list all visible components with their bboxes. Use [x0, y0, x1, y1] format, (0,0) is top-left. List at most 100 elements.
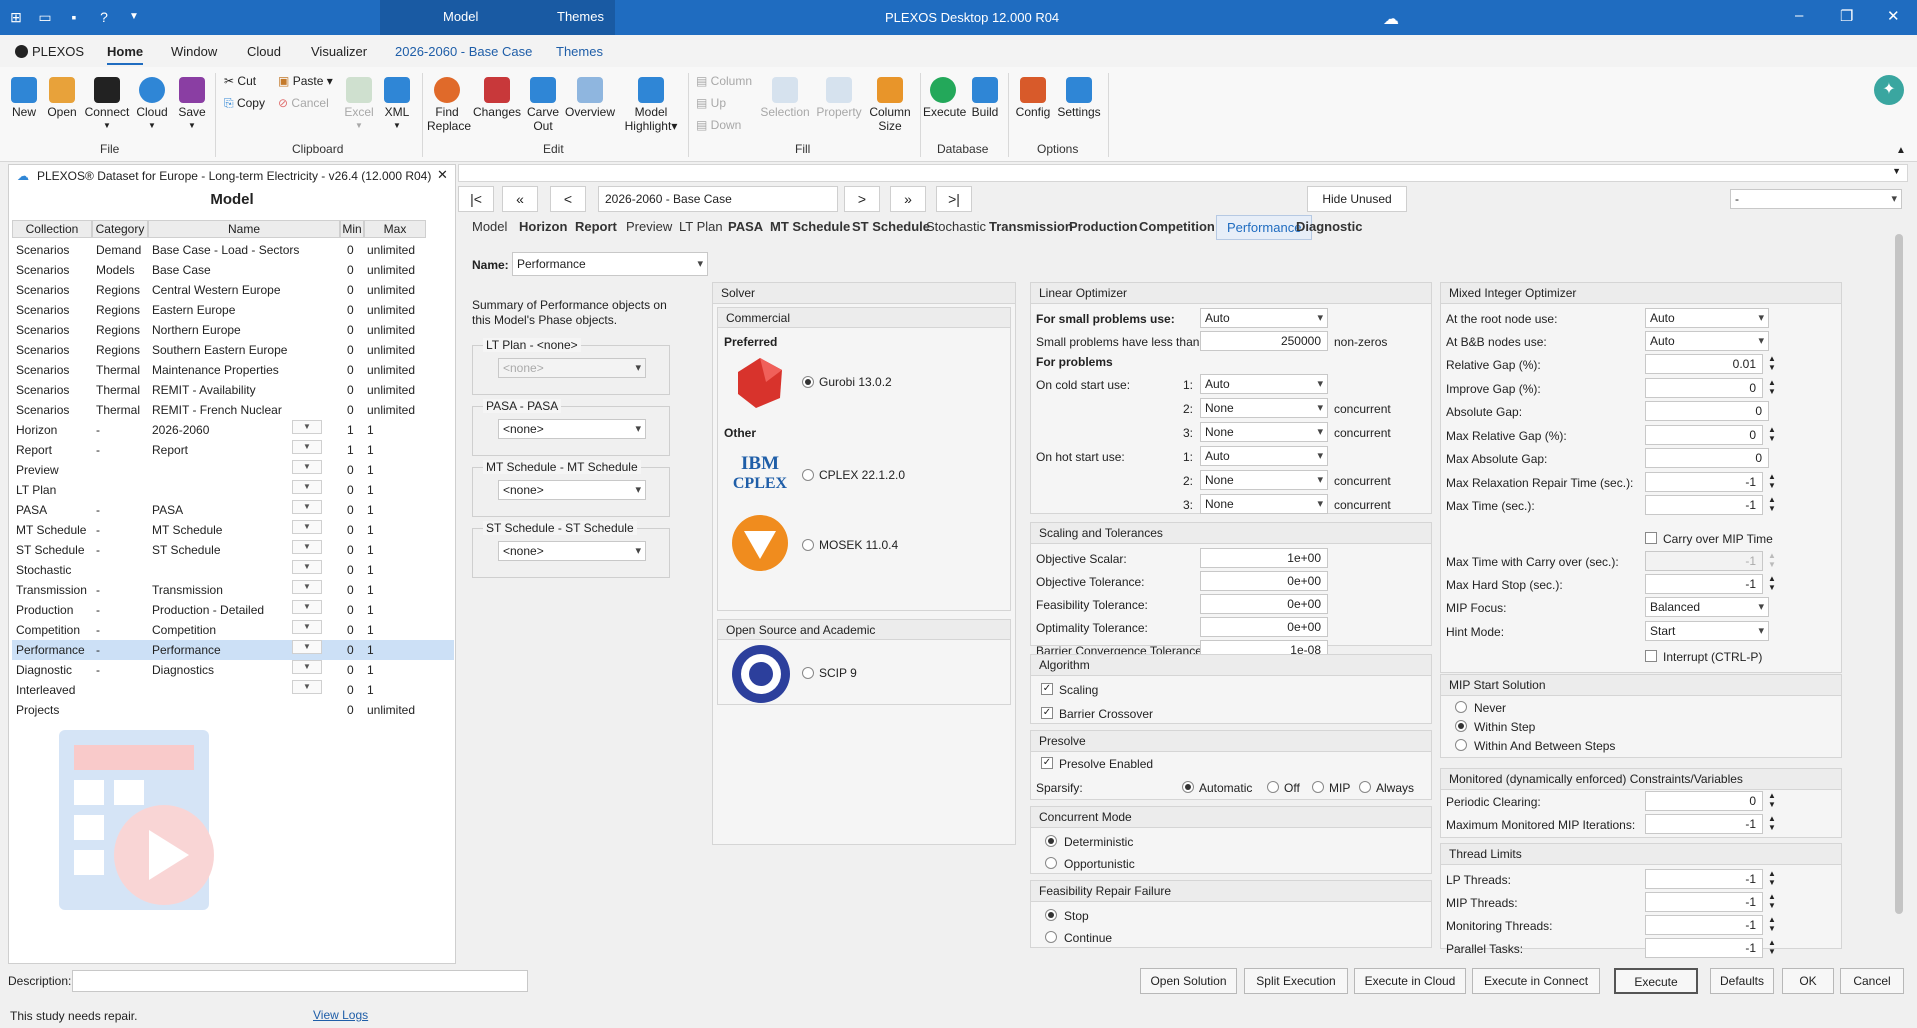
tab-model[interactable]: Model: [472, 219, 507, 234]
table-row[interactable]: Scenarios Thermal REMIT - French Nuclear 0 u…: [12, 400, 454, 420]
scaling-row-input[interactable]: 1e+00: [1200, 548, 1328, 568]
menu-cloud[interactable]: Cloud: [247, 44, 281, 59]
cloud-button[interactable]: Cloud ▼: [134, 77, 170, 133]
overview-button[interactable]: Overview: [564, 77, 616, 119]
tab-competition[interactable]: Competition: [1139, 219, 1215, 234]
open-button[interactable]: Open: [44, 77, 80, 119]
row-dropdown-icon[interactable]: ▼: [292, 460, 322, 474]
within-step-radio[interactable]: [1455, 720, 1467, 732]
cold-start-select-3[interactable]: None: [1200, 422, 1328, 442]
row-dropdown-icon[interactable]: ▼: [292, 520, 322, 534]
monitored-row-spinner[interactable]: ▲ ▼: [1765, 814, 1779, 834]
mip-row-spinner[interactable]: ▲ ▼: [1765, 472, 1779, 492]
barrier-crossover-checkbox[interactable]: ✓: [1041, 707, 1053, 719]
cancel-button[interactable]: Cancel: [1840, 968, 1904, 994]
carry-time-spinner[interactable]: ▲ ▼: [1765, 551, 1779, 571]
cold-start-select-2[interactable]: None: [1200, 398, 1328, 418]
never-radio[interactable]: [1455, 701, 1467, 713]
mip-row-input[interactable]: 0: [1645, 448, 1769, 468]
execute-button[interactable]: Execute: [923, 77, 966, 119]
small-use-select[interactable]: Auto: [1200, 308, 1328, 328]
row-dropdown-icon[interactable]: ▼: [292, 540, 322, 554]
last-button[interactable]: >|: [936, 186, 972, 212]
new-icon[interactable]: ⊞: [8, 9, 24, 25]
ok-button[interactable]: OK: [1782, 968, 1834, 994]
table-row[interactable]: Scenarios Regions Central Western Europe 0 u…: [12, 280, 454, 300]
row-dropdown-icon[interactable]: ▼: [292, 480, 322, 494]
scaling-row-input[interactable]: 0e+00: [1200, 617, 1328, 637]
previous-page-button[interactable]: «: [502, 186, 538, 212]
threads-row-input[interactable]: -1: [1645, 938, 1763, 958]
table-row[interactable]: Scenarios Regions Southern Eastern Europe 0…: [12, 340, 454, 360]
tab-mt-schedule[interactable]: MT Schedule: [770, 219, 850, 234]
gurobi-radio[interactable]: [802, 376, 814, 388]
sparsify-mip-radio[interactable]: [1312, 781, 1324, 793]
carry-over-checkbox[interactable]: [1645, 532, 1657, 544]
right-select[interactable]: -: [1730, 189, 1902, 209]
assistant-icon[interactable]: ✦: [1874, 75, 1904, 105]
fill-down-button[interactable]: ▤ Down: [696, 118, 741, 132]
mip-row-input[interactable]: 0.01: [1645, 354, 1763, 374]
paste-button[interactable]: ▣ Paste ▾: [278, 74, 333, 88]
table-row[interactable]: LT Plan ▼ 0 1: [12, 480, 454, 500]
menu-window[interactable]: Window: [171, 44, 217, 59]
selection-button[interactable]: Selection: [760, 77, 810, 119]
tab-horizon[interactable]: Horizon: [519, 219, 567, 234]
stop-radio[interactable]: [1045, 909, 1057, 921]
save-icon[interactable]: ▪: [66, 9, 82, 25]
mip-row-input[interactable]: -1: [1645, 495, 1763, 515]
interrupt-checkbox[interactable]: [1645, 650, 1657, 662]
mip-row-input[interactable]: 0: [1645, 377, 1763, 398]
col-header-min[interactable]: Min: [340, 220, 364, 238]
previous-button[interactable]: <: [550, 186, 586, 212]
scip-radio[interactable]: [802, 667, 814, 679]
mip-row-spinner[interactable]: ▲ ▼: [1765, 425, 1779, 445]
bb-nodes-select[interactable]: Auto: [1645, 331, 1769, 351]
col-header-max[interactable]: Max: [364, 220, 426, 238]
row-dropdown-icon[interactable]: ▼: [292, 420, 322, 434]
xml-button[interactable]: XML ▼: [382, 77, 412, 133]
tab-st-schedule[interactable]: ST Schedule: [852, 219, 930, 234]
table-row[interactable]: Projects 0 unlimited: [12, 700, 454, 720]
monitored-row-spinner[interactable]: ▲ ▼: [1765, 791, 1779, 811]
within-between-radio[interactable]: [1455, 739, 1467, 751]
row-dropdown-icon[interactable]: ▼: [292, 680, 322, 694]
sparsify-off-radio[interactable]: [1267, 781, 1279, 793]
model-highlight-button[interactable]: Model Highlight▾: [620, 77, 682, 133]
cancel-clip-button[interactable]: ⊘ Cancel: [278, 96, 329, 110]
find-replace-button[interactable]: Find Replace: [427, 77, 471, 133]
new-button[interactable]: New: [8, 77, 40, 119]
hardstop-input[interactable]: -1: [1645, 574, 1763, 594]
col-header-collection[interactable]: Collection: [12, 220, 92, 238]
execute-in-cloud-button[interactable]: Execute in Cloud: [1354, 968, 1466, 994]
changes-button[interactable]: Changes: [472, 77, 522, 119]
scaling-row-input[interactable]: 0e+00: [1200, 594, 1328, 614]
row-dropdown-icon[interactable]: ▼: [292, 640, 322, 654]
row-dropdown-icon[interactable]: ▼: [292, 440, 322, 454]
menu-home[interactable]: Home: [107, 44, 144, 65]
st-schedule-select[interactable]: <none>: [498, 541, 646, 561]
open-solution-button[interactable]: Open Solution: [1140, 968, 1237, 994]
mip-row-spinner[interactable]: ▲ ▼: [1765, 378, 1779, 398]
table-row[interactable]: PASA - PASA ▼ 0 1: [12, 500, 454, 520]
build-button[interactable]: Build: [967, 77, 1003, 119]
table-row[interactable]: Scenarios Regions Eastern Europe 0 unlimited: [12, 300, 454, 320]
menu-model-context[interactable]: 2026-2060 - Base Case: [395, 44, 532, 59]
table-row[interactable]: Horizon - 2026-2060 ▼ 1 1: [12, 420, 454, 440]
threads-row-spinner[interactable]: ▲ ▼: [1765, 892, 1779, 912]
connect-button[interactable]: Connect ▼: [82, 77, 132, 133]
cold-start-select-1[interactable]: Auto: [1200, 374, 1328, 394]
table-row[interactable]: Scenarios Models Base Case 0 unlimited: [12, 260, 454, 280]
col-header-name[interactable]: Name: [148, 220, 340, 238]
mip-row-input[interactable]: 0: [1645, 401, 1769, 421]
row-dropdown-icon[interactable]: ▼: [292, 620, 322, 634]
tab-stochastic[interactable]: Stochastic: [926, 219, 986, 234]
row-dropdown-icon[interactable]: ▼: [292, 660, 322, 674]
table-row[interactable]: Scenarios Thermal Maintenance Properties 0 u…: [12, 360, 454, 380]
table-row[interactable]: Scenarios Regions Northern Europe 0 unlimite…: [12, 320, 454, 340]
next-page-button[interactable]: »: [890, 186, 926, 212]
excel-button[interactable]: Excel ▼: [344, 77, 374, 133]
current-item-field[interactable]: 2026-2060 - Base Case: [598, 186, 838, 212]
fill-column-button[interactable]: ▤ Column: [696, 74, 752, 88]
hot-start-select-2[interactable]: None: [1200, 470, 1328, 490]
